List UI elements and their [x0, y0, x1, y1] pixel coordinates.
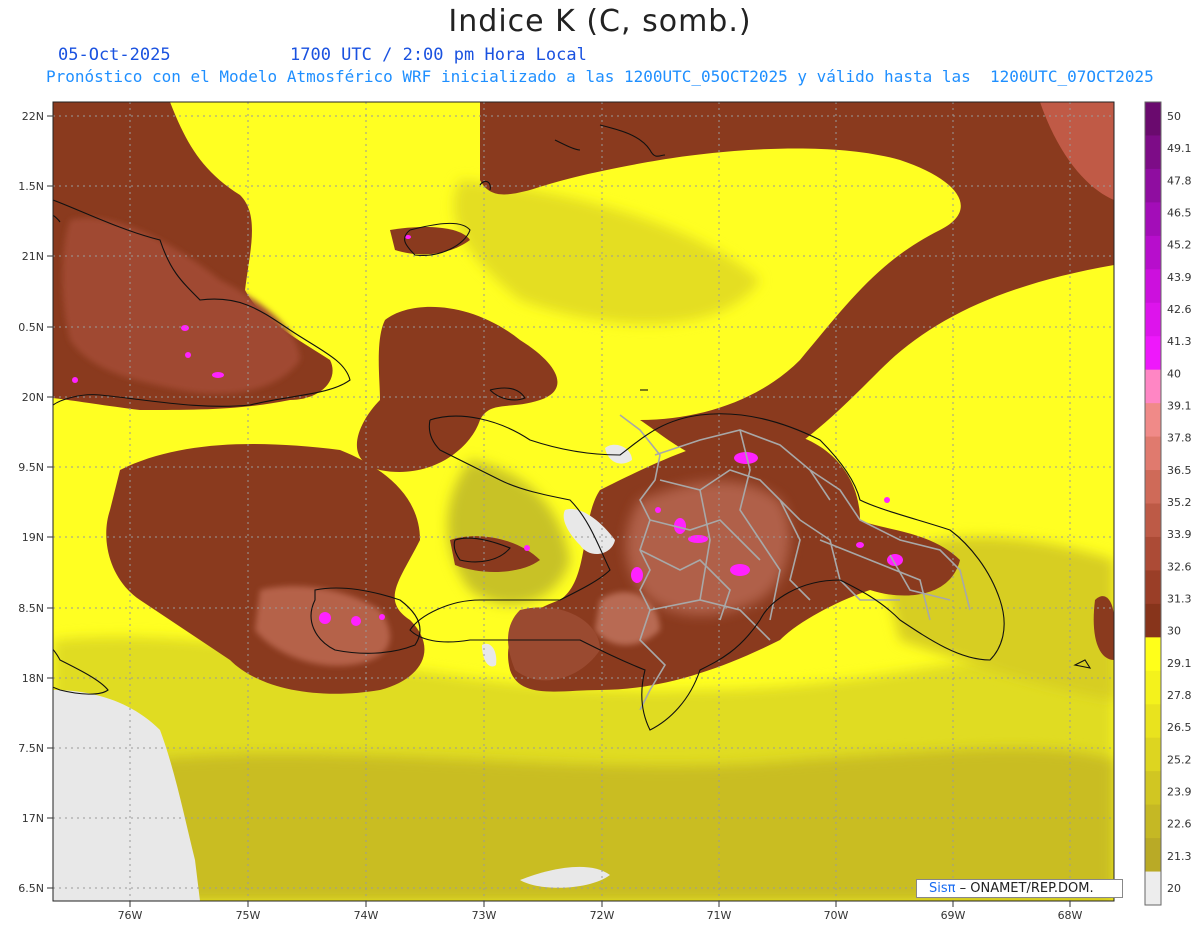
lon-label: 74W: [354, 909, 379, 922]
colorbar-swatch: [1145, 603, 1161, 638]
colorbar-swatch: [1145, 871, 1161, 906]
colorbar-label: 33.9: [1167, 528, 1192, 541]
colorbar-swatch: [1145, 235, 1161, 270]
lon-label: 72W: [590, 909, 615, 922]
credit-text: – ONAMET/REP.DOM.: [955, 881, 1094, 896]
lat-label: 19N: [22, 531, 44, 544]
colorbar-swatch: [1145, 570, 1161, 605]
lat-label: 7.5N: [18, 742, 44, 755]
colorbar-label: 43.9: [1167, 271, 1192, 284]
colorbar-swatch: [1145, 470, 1161, 504]
colorbar-swatch: [1145, 135, 1161, 170]
lat-label: 6.5N: [18, 882, 44, 895]
lat-label: 1.5N: [18, 180, 44, 193]
lat-label: 8.5N: [18, 602, 44, 615]
colorbar-swatch: [1145, 436, 1161, 471]
colorbar-label: 49.1: [1167, 142, 1192, 155]
colorbar-swatch: [1145, 269, 1161, 304]
colorbar-label: 42.6: [1167, 303, 1192, 316]
colorbar-label: 21.3: [1167, 850, 1192, 863]
lon-label: 69W: [941, 909, 966, 922]
colorbar-label: 47.8: [1167, 174, 1192, 187]
lon-label: 68W: [1058, 909, 1083, 922]
colorbar-swatch: [1145, 737, 1161, 772]
colorbar-label: 35.2: [1167, 496, 1192, 509]
maximum-marker: [884, 497, 890, 503]
maximum-marker: [185, 352, 191, 358]
colorbar-swatch: [1145, 369, 1161, 404]
colorbar-label: 41.3: [1167, 335, 1192, 348]
maximum-marker: [631, 567, 643, 583]
colorbar-swatch: [1145, 336, 1161, 371]
colorbar-swatch: [1145, 804, 1161, 839]
credit-brand: Sisπ: [929, 881, 956, 896]
lon-label: 75W: [236, 909, 261, 922]
maximum-marker: [181, 325, 189, 331]
colorbar-label: 45.2: [1167, 239, 1192, 252]
lat-label: 22N: [22, 110, 44, 123]
lat-label: 21N: [22, 250, 44, 263]
maximum-marker: [319, 612, 331, 624]
colorbar-label: 36.5: [1167, 464, 1192, 477]
colorbar-swatch: [1145, 838, 1161, 873]
colorbar-swatch: [1145, 102, 1161, 136]
colorbar-label: 29.1: [1167, 657, 1192, 670]
colorbar-label: 22.6: [1167, 818, 1192, 831]
maximum-marker: [655, 507, 661, 513]
colorbar-swatch: [1145, 202, 1161, 237]
colorbar-label: 20: [1167, 882, 1181, 895]
maximum-marker: [524, 545, 530, 551]
maximum-marker: [212, 372, 224, 378]
maximum-marker: [856, 542, 864, 548]
colorbar-label: 27.8: [1167, 689, 1192, 702]
colorbar-swatch: [1145, 670, 1161, 705]
colorbar-swatch: [1145, 536, 1161, 571]
credit-box: Sisπ – ONAMET/REP.DOM.: [916, 879, 1123, 898]
latitude-axis: 22N 1.5N 21N 0.5N 20N 9.5N 19N 8.5N 18N 7.5N 17N 6.…: [18, 110, 53, 895]
maximum-marker: [72, 377, 78, 383]
maximum-marker: [688, 535, 708, 543]
colorbar-label: 39.1: [1167, 400, 1192, 413]
lon-label: 71W: [707, 909, 732, 922]
colorbar-swatch: [1145, 168, 1161, 203]
maximum-marker: [351, 616, 361, 626]
colorbar-label: 30: [1167, 625, 1181, 638]
colorbar-label: 37.8: [1167, 432, 1192, 445]
map-field: [53, 102, 1114, 901]
maximum-marker: [379, 614, 385, 620]
colorbar-label: 40: [1167, 367, 1181, 380]
lat-label: 20N: [22, 391, 44, 404]
lon-label: 76W: [118, 909, 143, 922]
colorbar-label: 25.2: [1167, 753, 1192, 766]
colorbar-label: 31.3: [1167, 593, 1192, 606]
lat-label: 18N: [22, 672, 44, 685]
longitude-axis: 76W 75W 74W 73W 72W 71W 70W 69W 68W: [118, 901, 1083, 922]
k-index-map: 22N 1.5N 21N 0.5N 20N 9.5N 19N 8.5N 18N 7.5N 17N 6.…: [18, 101, 1192, 922]
colorbar-label: 50: [1167, 110, 1181, 123]
maximum-marker: [730, 564, 750, 576]
colorbar-swatch: [1145, 302, 1161, 337]
lat-label: 9.5N: [18, 461, 44, 474]
colorbar-swatch: [1145, 637, 1161, 672]
colorbar-swatch: [1145, 403, 1161, 438]
colorbar-swatch: [1145, 771, 1161, 806]
lon-label: 73W: [472, 909, 497, 922]
lon-label: 70W: [824, 909, 849, 922]
colorbar-label: 32.6: [1167, 560, 1192, 573]
colorbar-label: 23.9: [1167, 786, 1192, 799]
colorbar: 50 49.1 47.8 46.5 45.2 43.9 42.6 41.3 40 39.1 37.8…: [1144, 101, 1192, 906]
colorbar-label: 26.5: [1167, 721, 1192, 734]
lat-label: 0.5N: [18, 321, 44, 334]
colorbar-swatch: [1145, 503, 1161, 538]
lat-label: 17N: [22, 812, 44, 825]
colorbar-swatch: [1145, 704, 1161, 739]
colorbar-label: 46.5: [1167, 207, 1192, 220]
